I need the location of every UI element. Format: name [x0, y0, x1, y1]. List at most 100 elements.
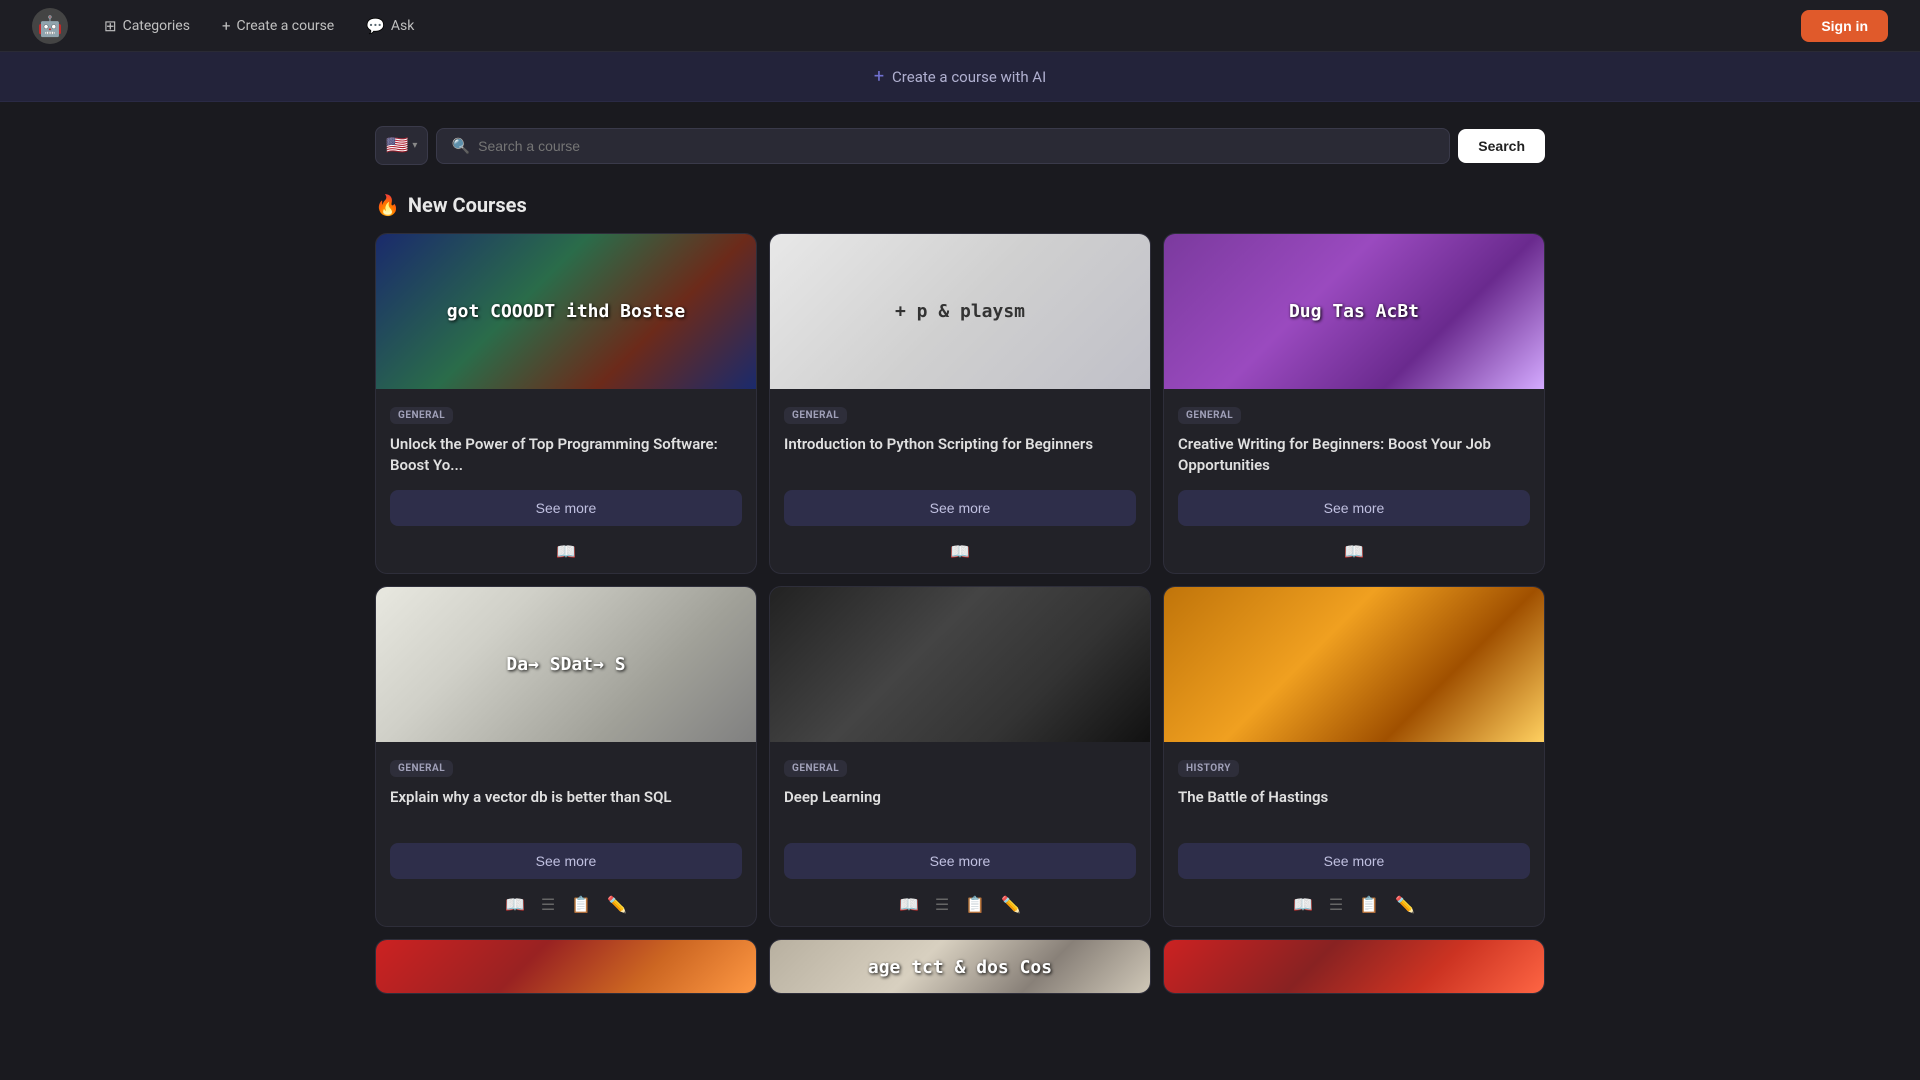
thumbnail-text: Da→ SDat→ S [496, 643, 635, 686]
course-badge: GENERAL [784, 760, 847, 777]
course-card: got COOODT ithd Bostse GENERAL Unlock th… [375, 233, 757, 574]
course-badge: GENERAL [390, 407, 453, 424]
navbar: 🤖 ⊞ Categories + Create a course 💬 Ask S… [0, 0, 1920, 52]
categories-label: Categories [123, 18, 190, 34]
ask-icon: 💬 [366, 17, 385, 35]
see-more-button[interactable]: See more [1178, 490, 1530, 526]
create-course-label: Create a course [236, 18, 334, 34]
course-grid-bottom: age tct & dos Cos [0, 939, 1920, 1018]
copy-icon[interactable]: 📋 [571, 895, 591, 914]
course-title: Introduction to Python Scripting for Beg… [784, 434, 1136, 476]
new-courses-header: 🔥 New Courses [0, 177, 1920, 217]
search-button[interactable]: Search [1458, 129, 1545, 163]
section-title: 🔥 New Courses [375, 193, 1545, 217]
course-body: GENERAL Creative Writing for Beginners: … [1164, 389, 1544, 573]
thumbnail-text: got COOODT ithd Bostse [437, 290, 695, 333]
partial-course-card [375, 939, 757, 994]
nav-create-course[interactable]: + Create a course [210, 11, 346, 41]
course-actions: 📖 ☰ 📋 ✏️ [390, 889, 742, 916]
language-select[interactable]: 🇺🇸 ▾ [375, 126, 428, 165]
logo-emoji: 🤖 [38, 14, 63, 38]
course-badge: GENERAL [390, 760, 453, 777]
partial-thumbnail: age tct & dos Cos [770, 940, 1150, 994]
course-grid: got COOODT ithd Bostse GENERAL Unlock th… [0, 233, 1920, 939]
thumbnail-text [950, 655, 970, 675]
ask-label: Ask [391, 18, 414, 34]
bookmark-icon[interactable]: 📖 [950, 542, 970, 561]
course-card: + p & playsm GENERAL Introduction to Pyt… [769, 233, 1151, 574]
bookmark-icon[interactable]: 📖 [556, 542, 576, 561]
bookmark-icon[interactable]: 📖 [1344, 542, 1364, 561]
course-actions: 📖 ☰ 📋 ✏️ [784, 889, 1136, 916]
fire-icon: 🔥 [375, 193, 400, 217]
course-thumbnail: Da→ SDat→ S [376, 587, 756, 742]
categories-icon: ⊞ [104, 17, 117, 35]
course-badge: HISTORY [1178, 760, 1239, 777]
see-more-button[interactable]: See more [390, 490, 742, 526]
book-icon[interactable]: 📖 [899, 895, 919, 914]
thumbnail-text: + p & playsm [885, 290, 1035, 333]
course-title: Unlock the Power of Top Programming Soft… [390, 434, 742, 476]
course-thumbnail: + p & playsm [770, 234, 1150, 389]
nav-categories[interactable]: ⊞ Categories [92, 11, 202, 41]
see-more-button[interactable]: See more [390, 843, 742, 879]
partial-thumbnail [376, 940, 756, 994]
list-icon[interactable]: ☰ [935, 895, 949, 914]
course-card: Dug Tas AcBt GENERAL Creative Writing fo… [1163, 233, 1545, 574]
course-title: Explain why a vector db is better than S… [390, 787, 742, 829]
thumbnail-text: Dug Tas AcBt [1279, 290, 1429, 333]
course-body: HISTORY The Battle of Hastings See more … [1164, 742, 1544, 926]
chevron-down-icon: ▾ [412, 140, 417, 151]
sign-in-button[interactable]: Sign in [1801, 10, 1888, 42]
course-title: The Battle of Hastings [1178, 787, 1530, 829]
create-course-icon: + [222, 17, 231, 35]
edit-icon[interactable]: ✏️ [607, 895, 627, 914]
see-more-button[interactable]: See more [1178, 843, 1530, 879]
ai-banner-plus-icon: + [874, 66, 884, 87]
partial-course-card [1163, 939, 1545, 994]
ai-banner-label: Create a course with AI [892, 68, 1046, 86]
search-input[interactable] [478, 138, 1435, 154]
nav-links: ⊞ Categories + Create a course 💬 Ask [92, 11, 1777, 41]
course-badge: GENERAL [1178, 407, 1241, 424]
edit-icon[interactable]: ✏️ [1001, 895, 1021, 914]
course-badge: GENERAL [784, 407, 847, 424]
list-icon[interactable]: ☰ [541, 895, 555, 914]
logo[interactable]: 🤖 [32, 8, 68, 44]
thumbnail-text [1344, 655, 1364, 675]
copy-icon[interactable]: 📋 [965, 895, 985, 914]
course-actions: 📖 [390, 536, 742, 563]
course-card: HISTORY The Battle of Hastings See more … [1163, 586, 1545, 927]
partial-thumbnail [1164, 940, 1544, 994]
see-more-button[interactable]: See more [784, 490, 1136, 526]
course-thumbnail: Dug Tas AcBt [1164, 234, 1544, 389]
course-body: GENERAL Introduction to Python Scripting… [770, 389, 1150, 573]
search-input-wrap: 🔍 [436, 128, 1450, 164]
search-section: 🇺🇸 ▾ 🔍 Search [0, 102, 1920, 177]
partial-course-card: age tct & dos Cos [769, 939, 1151, 994]
course-body: GENERAL Deep Learning See more 📖 ☰ 📋 ✏️ [770, 742, 1150, 926]
course-thumbnail [1164, 587, 1544, 742]
flag-emoji: 🇺🇸 [386, 135, 408, 156]
course-actions: 📖 ☰ 📋 ✏️ [1178, 889, 1530, 916]
book-icon[interactable]: 📖 [1293, 895, 1313, 914]
search-row: 🇺🇸 ▾ 🔍 Search [375, 126, 1545, 165]
course-thumbnail: got COOODT ithd Bostse [376, 234, 756, 389]
search-icon: 🔍 [451, 137, 470, 155]
course-actions: 📖 [1178, 536, 1530, 563]
see-more-button[interactable]: See more [784, 843, 1136, 879]
course-body: GENERAL Unlock the Power of Top Programm… [376, 389, 756, 573]
course-title: Deep Learning [784, 787, 1136, 829]
ai-banner[interactable]: + Create a course with AI [0, 52, 1920, 102]
section-title-text: New Courses [408, 193, 527, 217]
course-thumbnail [770, 587, 1150, 742]
nav-ask[interactable]: 💬 Ask [354, 11, 426, 41]
copy-icon[interactable]: 📋 [1359, 895, 1379, 914]
book-icon[interactable]: 📖 [505, 895, 525, 914]
course-body: GENERAL Explain why a vector db is bette… [376, 742, 756, 926]
course-card: Da→ SDat→ S GENERAL Explain why a vector… [375, 586, 757, 927]
course-card: GENERAL Deep Learning See more 📖 ☰ 📋 ✏️ [769, 586, 1151, 927]
course-title: Creative Writing for Beginners: Boost Yo… [1178, 434, 1530, 476]
edit-icon[interactable]: ✏️ [1395, 895, 1415, 914]
list-icon[interactable]: ☰ [1329, 895, 1343, 914]
